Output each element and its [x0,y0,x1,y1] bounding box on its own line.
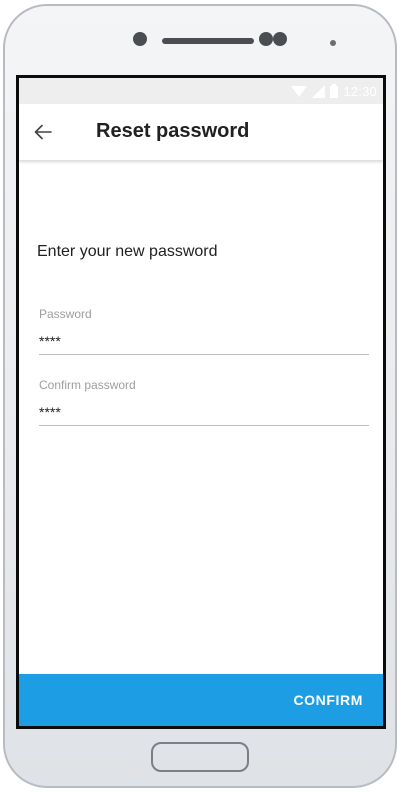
proximity-dot-icon [330,40,336,46]
confirm-button-label: CONFIRM [293,692,363,708]
sensor-icon [259,32,273,46]
password-label: Password [39,307,92,321]
status-time: 12:30 [343,83,377,99]
phone-screen: 12:30 Reset password Enter your new pass… [16,75,386,729]
wifi-icon [291,85,308,97]
confirm-password-input[interactable] [39,398,369,426]
page-title: Reset password [96,120,250,142]
battery-icon [330,84,339,98]
back-button[interactable] [29,118,57,146]
signal-icon [312,84,326,98]
password-input[interactable] [39,327,369,355]
app-bar: Reset password [19,104,383,160]
front-camera-icon [133,32,147,46]
password-field: Password [39,307,369,355]
sensor-icon [273,32,287,46]
confirm-password-field: Confirm password [39,378,369,426]
status-icons: 12:30 [291,83,377,99]
confirm-password-label: Confirm password [39,378,136,392]
instruction-text: Enter your new password [37,243,218,260]
arrow-left-icon [34,124,52,140]
home-button[interactable] [151,742,249,772]
status-bar: 12:30 [19,78,383,104]
confirm-button[interactable]: CONFIRM [19,674,383,726]
earpiece-speaker [162,38,254,44]
